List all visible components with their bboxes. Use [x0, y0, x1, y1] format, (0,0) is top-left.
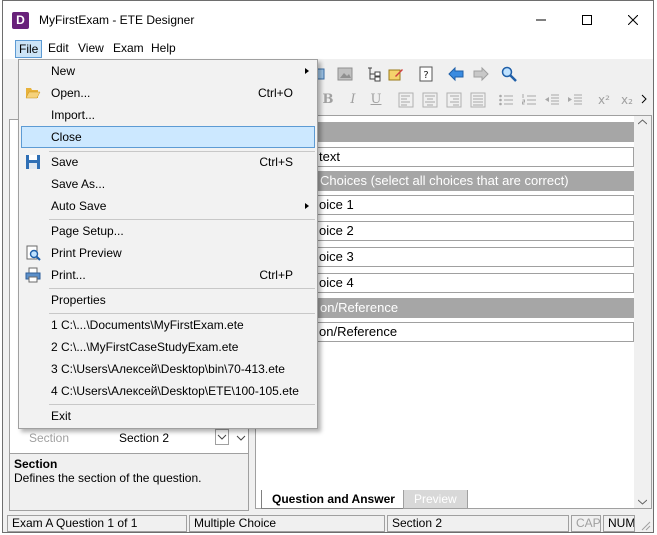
print-preview-icon: [26, 245, 41, 261]
resize-grip-icon[interactable]: [639, 519, 651, 531]
scroll-up-icon[interactable]: [638, 119, 647, 125]
menu-help[interactable]: Help: [148, 40, 179, 58]
property-value: Section 2: [119, 431, 170, 445]
forward-arrow-icon[interactable]: [473, 66, 489, 82]
property-description: Section Defines the section of the quest…: [9, 453, 249, 511]
chevron-down-icon: [217, 434, 227, 440]
menu-item-recent-4[interactable]: 4 C:\Users\Алексей\Desktop\ETE\100-105.e…: [21, 380, 315, 402]
title-bar: D MyFirstExam - ETE Designer: [3, 1, 653, 39]
folder-open-icon: [25, 88, 41, 99]
svg-text:?: ?: [423, 70, 428, 81]
menu-file[interactable]: File: [15, 40, 43, 58]
printer-icon: [25, 267, 41, 283]
window-title: MyFirstExam - ETE Designer: [39, 13, 195, 27]
tree-icon[interactable]: [366, 66, 382, 82]
tab-preview[interactable]: Preview: [403, 490, 468, 509]
menu-item-open[interactable]: Open... Ctrl+O: [21, 82, 315, 104]
italic-button[interactable]: I: [344, 92, 362, 108]
back-arrow-icon[interactable]: [448, 66, 464, 82]
close-window-button[interactable]: [610, 1, 653, 39]
status-caps-lock: CAP: [571, 515, 601, 532]
menu-item-recent-2[interactable]: 2 C:\...\MyFirstCaseStudyExam.ete: [21, 336, 315, 358]
app-window: D MyFirstExam - ETE Designer File Edit V…: [2, 0, 654, 533]
property-dropdown-button[interactable]: [215, 429, 229, 445]
app-icon: D: [12, 12, 29, 29]
justify-icon[interactable]: [470, 92, 486, 108]
menu-edit[interactable]: Edit: [45, 40, 72, 58]
menu-item-auto-save[interactable]: Auto Save: [21, 195, 315, 217]
description-title: Section: [14, 457, 58, 471]
tab-question-and-answer[interactable]: Question and Answer: [261, 490, 406, 509]
menu-item-page-setup[interactable]: Page Setup...: [21, 220, 315, 242]
submenu-arrow-icon: [305, 68, 309, 74]
status-question-type: Multiple Choice: [189, 515, 385, 532]
edit-question-icon[interactable]: [388, 66, 404, 82]
menu-item-new[interactable]: New: [21, 60, 315, 82]
menu-view[interactable]: View: [75, 40, 107, 58]
subscript-button[interactable]: x₂: [618, 92, 636, 108]
numbered-list-icon[interactable]: [521, 92, 537, 108]
bold-button[interactable]: B: [319, 92, 337, 108]
maximize-icon: [581, 15, 592, 25]
increase-indent-icon[interactable]: [567, 92, 583, 108]
bullet-list-icon[interactable]: [498, 92, 514, 108]
expand-chevron-icon[interactable]: [235, 432, 247, 444]
minimize-icon: [535, 19, 546, 21]
help-icon[interactable]: ?: [418, 66, 434, 82]
align-right-icon[interactable]: [446, 92, 462, 108]
minimize-button[interactable]: [518, 1, 563, 39]
chevron-right-icon: [641, 94, 647, 104]
menu-item-close[interactable]: Close: [21, 126, 315, 148]
menu-item-import[interactable]: Import...: [21, 104, 315, 126]
align-center-icon[interactable]: [422, 92, 438, 108]
save-disk-icon: [26, 155, 40, 169]
menu-item-save-as[interactable]: Save As...: [21, 173, 315, 195]
menu-item-print[interactable]: Print... Ctrl+P: [21, 264, 315, 286]
status-num-lock: NUM: [603, 515, 635, 532]
menu-exam[interactable]: Exam: [110, 40, 147, 58]
underline-button[interactable]: U: [367, 92, 385, 108]
menu-item-properties[interactable]: Properties: [21, 289, 315, 311]
maximize-button[interactable]: [564, 1, 609, 39]
superscript-button[interactable]: x²: [595, 92, 613, 108]
menu-bar: File Edit View Exam Help: [3, 39, 653, 59]
search-icon[interactable]: [501, 66, 517, 82]
description-text: Defines the section of the question.: [14, 471, 202, 485]
menu-item-print-preview[interactable]: Print Preview: [21, 242, 315, 264]
status-exam-position: Exam A Question 1 of 1: [7, 515, 187, 532]
menu-item-exit[interactable]: Exit: [21, 405, 315, 427]
close-icon: [627, 15, 638, 25]
editor-tabs: Question and Answer Preview: [255, 490, 652, 510]
menu-item-save[interactable]: Save Ctrl+S: [21, 151, 315, 173]
property-row-section[interactable]: Section Section 2: [13, 429, 249, 447]
submenu-arrow-icon: [305, 203, 309, 209]
property-name: Section: [29, 431, 70, 445]
align-left-icon[interactable]: [398, 92, 414, 108]
status-bar: Exam A Question 1 of 1 Multiple Choice S…: [3, 513, 653, 532]
editor-scrollbar[interactable]: [634, 116, 651, 508]
toolbar-overflow-button[interactable]: [641, 90, 649, 108]
image-icon[interactable]: [337, 66, 353, 82]
decrease-indent-icon[interactable]: [544, 92, 560, 108]
file-menu-dropdown: New Open... Ctrl+O Import... Close Save …: [18, 59, 318, 429]
status-section: Section 2: [387, 515, 569, 532]
menu-item-recent-3[interactable]: 3 C:\Users\Алексей\Desktop\bin\70-413.et…: [21, 358, 315, 380]
menu-item-recent-1[interactable]: 1 C:\...\Documents\MyFirstExam.ete: [21, 314, 315, 336]
